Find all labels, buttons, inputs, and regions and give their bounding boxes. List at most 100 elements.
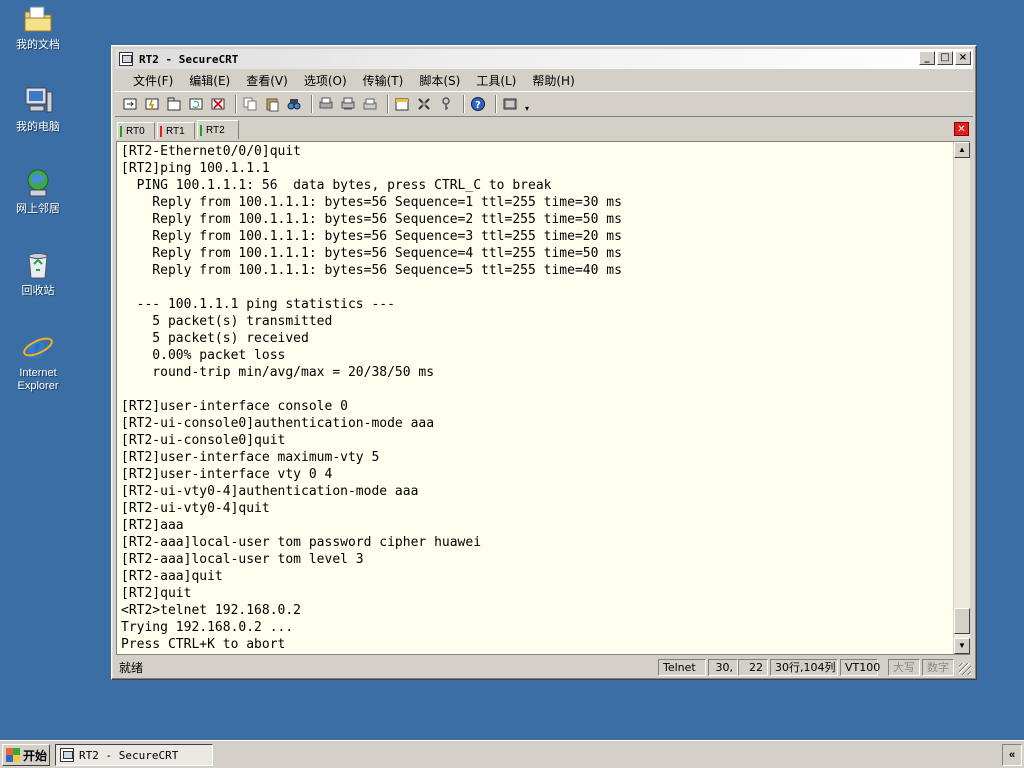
windows-logo-icon [6,748,20,762]
terminal-output[interactable]: [RT2-Ethernet0/0/0]quit [RT2]ping 100.1.1… [121,143,951,653]
my-computer-icon [25,87,53,113]
sftp-icon[interactable] [501,95,519,113]
securecrt-app-icon [119,52,133,66]
desktop-icon-my-documents[interactable]: 我的文档 [6,2,70,52]
terminal-line: [RT2-ui-console0]quit [121,433,286,448]
terminal-line: [RT2]ping 100.1.1.1 [121,161,270,176]
status-caps: 大写 [888,659,920,676]
desktop-icon-label: 我的文档 [16,39,60,51]
menu-view[interactable]: 查看(V) [238,72,296,89]
desktop-icon-network[interactable]: 网上邻居 [6,166,70,216]
toolbar-separator [311,95,313,113]
disconnect-icon[interactable] [209,95,227,113]
internet-explorer-icon: e [23,331,53,364]
toolbar-separator [495,95,497,113]
paste-icon[interactable] [263,95,281,113]
scrollbar-thumb[interactable] [954,608,970,634]
taskbar-item-securecrt[interactable]: RT2 - SecureCRT [55,744,213,766]
close-tab-icon[interactable]: ✕ [954,122,969,136]
terminal-line: [RT2]user-interface maximum-vty 5 [121,450,380,465]
terminal-line: --- 100.1.1.1 ping statistics --- [121,297,395,312]
quick-connect-icon[interactable] [143,95,161,113]
menu-transfer[interactable]: 传输(T) [355,72,412,89]
terminal-line: 5 packet(s) received [121,331,309,346]
status-emulation: VT100 [840,659,880,676]
close-button[interactable]: × [955,51,971,65]
terminal-line: [RT2]user-interface vty 0 4 [121,467,333,482]
network-places-icon [27,169,49,197]
menu-script[interactable]: 脚本(S) [411,72,468,89]
find-icon[interactable] [285,95,303,113]
recycle-bin-icon [28,253,48,279]
print-screen-icon[interactable] [361,95,379,113]
title-bar[interactable]: RT2 - SecureCRT _ □ × [115,49,973,69]
scroll-up-icon[interactable]: ▲ [954,142,970,158]
menu-file[interactable]: 文件(F) [125,72,181,89]
resize-grip-icon[interactable] [959,663,971,675]
desktop-icon-internet-explorer[interactable]: e Internet Explorer [6,330,70,393]
tab-rt2[interactable]: RT2 [197,120,239,139]
svg-text:?: ? [475,100,481,111]
terminal-line: round-trip min/avg/max = 20/38/50 ms [121,365,435,380]
terminal-line: Press CTRL+K to abort [121,637,286,652]
menu-help[interactable]: 帮助(H) [524,72,582,89]
desktop-icon-label: 回收站 [21,285,55,297]
tab-status-indicator [120,125,122,137]
terminal-line: Reply from 100.1.1.1: bytes=56 Sequence=… [121,246,622,261]
tab-label: RT2 [206,124,225,136]
tab-status-indicator [160,125,162,137]
connect-icon[interactable] [121,95,139,113]
terminal-line: [RT2-ui-vty0-4]quit [121,501,270,516]
terminal-line: [RT2]user-interface console 0 [121,399,348,414]
terminal-line: [RT2-ui-vty0-4]authentication-mode aaa [121,484,419,499]
status-size: 30行,104列 [770,659,838,676]
toolbar: ? ▾ [115,91,973,117]
keymap-icon[interactable] [437,95,455,113]
print-setup-icon[interactable] [339,95,357,113]
print-icon[interactable] [317,95,335,113]
terminal-line: [RT2-Ethernet0/0/0]quit [121,144,302,159]
start-button[interactable]: 开始 [2,744,50,766]
status-num: 数字 [922,659,954,676]
terminal-line: [RT2]aaa [121,518,184,533]
tab-rt1[interactable]: RT1 [157,122,195,139]
connect-in-tab-icon[interactable] [165,95,183,113]
copy-icon[interactable] [241,95,259,113]
maximize-button[interactable]: □ [937,51,953,65]
menu-tools[interactable]: 工具(L) [468,72,524,89]
scroll-down-icon[interactable]: ▼ [954,638,970,654]
session-options-icon[interactable] [393,95,411,113]
status-row: 30, [708,659,738,676]
toolbar-separator [387,95,389,113]
desktop-icon-recycle-bin[interactable]: 回收站 [6,248,70,298]
status-col: 22 [738,659,768,676]
folder-documents-icon [24,6,52,32]
reconnect-icon[interactable] [187,95,205,113]
toolbar-separator [463,95,465,113]
terminal-line: [RT2-aaa]local-user tom level 3 [121,552,364,567]
start-label: 开始 [23,748,48,763]
terminal-line: [RT2-ui-console0]authentication-mode aaa [121,416,435,431]
vertical-scrollbar[interactable]: ▲ ▼ [953,142,970,654]
help-icon[interactable]: ? [469,95,487,113]
minimize-button[interactable]: _ [919,51,935,65]
tab-label: RT0 [126,125,145,137]
global-options-icon[interactable] [415,95,433,113]
terminal-line: 5 packet(s) transmitted [121,314,333,329]
terminal-line: <RT2>telnet 192.168.0.2 [121,603,302,618]
status-ready: 就绪 [119,660,144,675]
terminal-line: PING 100.1.1.1: 56 data bytes, press CTR… [121,178,552,193]
menu-bar: 文件(F) 编辑(E) 查看(V) 选项(O) 传输(T) 脚本(S) 工具(L… [115,70,973,90]
desktop-icon-label: Internet Explorer [17,367,59,392]
desktop-icon-my-computer[interactable]: 我的电脑 [6,84,70,134]
menu-options[interactable]: 选项(O) [296,72,355,89]
tray-expand-button[interactable]: « [1002,744,1022,766]
toolbar-overflow-chevron-icon[interactable]: ▾ [523,95,531,113]
terminal-area[interactable]: [RT2-Ethernet0/0/0]quit [RT2]ping 100.1.1… [116,141,970,655]
tab-rt0[interactable]: RT0 [117,122,155,139]
menu-edit[interactable]: 编辑(E) [181,72,238,89]
session-tabs: RT0 RT1 RT2 ✕ [115,120,973,140]
tab-status-indicator [200,124,202,136]
